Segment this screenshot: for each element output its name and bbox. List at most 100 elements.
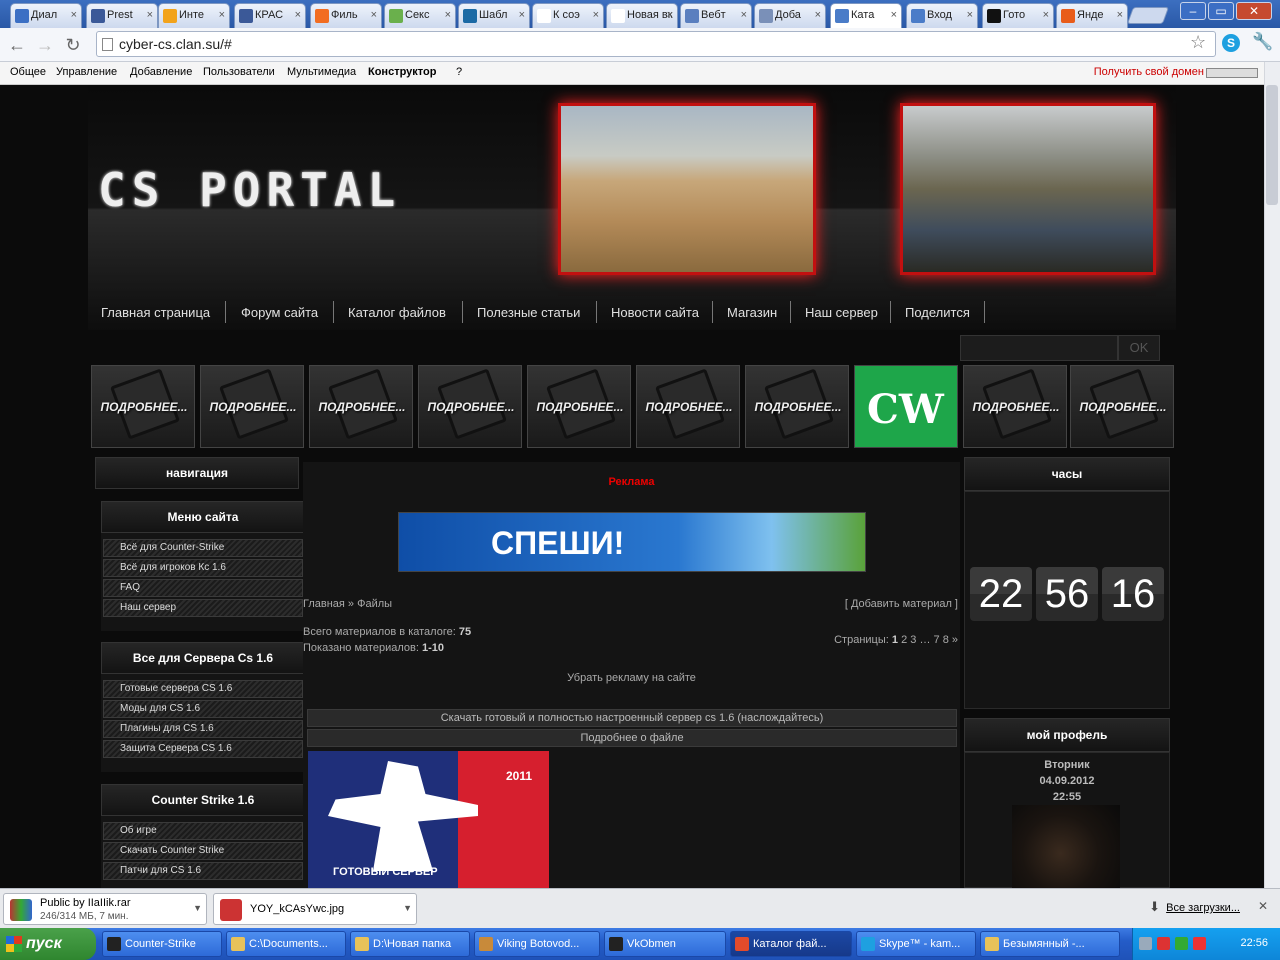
left-menu-item[interactable]: Об игре	[103, 822, 303, 840]
nav-item-5[interactable]: Новости сайта	[611, 305, 699, 320]
left-menu-item[interactable]: Плагины для CS 1.6	[103, 720, 303, 738]
back-icon[interactable]: ←	[6, 34, 28, 56]
pagination[interactable]: Страницы: 1 2 3 … 7 8 »	[834, 634, 958, 646]
left-menu-item[interactable]: Защита Сервера CS 1.6	[103, 740, 303, 758]
download-menu-icon[interactable]: ▼	[193, 903, 202, 913]
all-downloads-link[interactable]: Все загрузки...	[1166, 902, 1240, 914]
panel-slider[interactable]	[1206, 68, 1258, 78]
cw-thumbnail[interactable]: CW	[854, 365, 958, 448]
tab-close-icon[interactable]: ×	[147, 9, 153, 21]
tab-close-icon[interactable]: ×	[741, 9, 747, 21]
reload-icon[interactable]: ↻	[62, 34, 84, 56]
site-search-button[interactable]: OK	[1118, 335, 1160, 361]
admin-menu-media[interactable]: Мультимедиа	[287, 66, 356, 78]
taskbar-item[interactable]: Безымянный -...	[980, 931, 1120, 957]
add-material-link[interactable]: [ Добавить материал ]	[845, 598, 958, 610]
taskbar-item[interactable]: VkObmen	[604, 931, 726, 957]
bookmark-star-icon[interactable]: ☆	[1190, 32, 1206, 53]
site-search-input[interactable]	[960, 335, 1118, 361]
left-menu-item[interactable]: Наш сервер	[103, 599, 303, 617]
tab-close-icon[interactable]: ×	[593, 9, 599, 21]
close-window-button[interactable]: ✕	[1236, 2, 1272, 20]
get-domain-link[interactable]: Получить свой домен	[1094, 66, 1204, 78]
taskbar-item[interactable]: D:\Новая папка	[350, 931, 470, 957]
new-tab-button[interactable]	[1126, 7, 1170, 24]
close-shelf-icon[interactable]: ✕	[1258, 899, 1268, 913]
left-menu-item[interactable]: Патчи для CS 1.6	[103, 862, 303, 880]
tab-6[interactable]: Секс ×	[384, 3, 456, 28]
tab-close-icon[interactable]: ×	[967, 9, 973, 21]
steam-icon[interactable]	[1139, 937, 1152, 950]
language-flag-icon[interactable]	[1193, 937, 1206, 950]
site-logo[interactable]: CS PORTAL	[98, 163, 401, 217]
tab-9[interactable]: Новая вк ×	[606, 3, 678, 28]
tab-7[interactable]: Шабл ×	[458, 3, 530, 28]
tab-close-icon[interactable]: ×	[815, 9, 821, 21]
tab-4[interactable]: КРАС ×	[234, 3, 306, 28]
forward-icon[interactable]: →	[34, 34, 56, 56]
thumbnail-item[interactable]: ПОДРОБНЕЕ...	[527, 365, 631, 448]
admin-menu-general[interactable]: Общее	[10, 66, 46, 78]
avatar[interactable]	[1012, 805, 1120, 888]
tab-close-icon[interactable]: ×	[371, 9, 377, 21]
tab-5[interactable]: Филь ×	[310, 3, 382, 28]
thumbnail-item[interactable]: ПОДРОБНЕЕ...	[963, 365, 1067, 448]
nav-item-1[interactable]: Главная страница	[101, 305, 210, 320]
start-button[interactable]: пуск	[0, 928, 96, 960]
tab-13[interactable]: Вход ×	[906, 3, 978, 28]
left-menu-item[interactable]: FAQ	[103, 579, 303, 597]
file-more-link[interactable]: Подробнее о файле	[307, 729, 957, 747]
tab-close-icon[interactable]: ×	[1117, 9, 1123, 21]
remove-ads-link[interactable]: Убрать рекламу на сайте	[303, 672, 960, 684]
left-menu-item[interactable]: Моды для CS 1.6	[103, 700, 303, 718]
left-menu-item[interactable]: Скачать Counter Strike	[103, 842, 303, 860]
admin-menu-manage[interactable]: Управление	[56, 66, 117, 78]
download-item[interactable]: Public by IIaIIik.rar 246/314 МБ, 7 мин.…	[3, 893, 207, 925]
nav-item-2[interactable]: Форум сайта	[241, 305, 318, 320]
tab-14[interactable]: Гото ×	[982, 3, 1054, 28]
file-poster[interactable]: 2011 ГОТОВЫЙ СЕРВЕР	[308, 751, 549, 888]
nav-item-4[interactable]: Полезные статьи	[477, 305, 580, 320]
tab-10[interactable]: Вебт ×	[680, 3, 752, 28]
thumbnail-item[interactable]: ПОДРОБНЕЕ...	[200, 365, 304, 448]
thumbnail-item[interactable]: ПОДРОБНЕЕ...	[636, 365, 740, 448]
thumbnail-item[interactable]: ПОДРОБНЕЕ...	[418, 365, 522, 448]
skype-icon[interactable]: S	[1222, 34, 1240, 52]
notification-icon[interactable]	[1157, 937, 1170, 950]
security-icon[interactable]	[1175, 937, 1188, 950]
admin-menu-users[interactable]: Пользователи	[203, 66, 275, 78]
tab-2[interactable]: Prest ×	[86, 3, 158, 28]
tab-close-icon[interactable]: ×	[71, 9, 77, 21]
left-menu-item[interactable]: Всё для игроков Кс 1.6	[103, 559, 303, 577]
taskbar-item[interactable]: C:\Documents...	[226, 931, 346, 957]
ad-banner[interactable]: СПЕШИ!	[398, 512, 866, 572]
tab-3[interactable]: Инте ×	[158, 3, 230, 28]
file-title[interactable]: Скачать готовый и полностью настроенный …	[307, 709, 957, 727]
minimize-button[interactable]: –	[1180, 2, 1206, 20]
admin-menu-constructor[interactable]: Конструктор	[368, 66, 436, 78]
tab-1[interactable]: Диал ×	[10, 3, 82, 28]
left-menu-item[interactable]: Готовые сервера CS 1.6	[103, 680, 303, 698]
maximize-button[interactable]: ▭	[1208, 2, 1234, 20]
admin-menu-add[interactable]: Добавление	[130, 66, 192, 78]
tab-close-icon[interactable]: ×	[519, 9, 525, 21]
tab-15[interactable]: Янде ×	[1056, 3, 1128, 28]
tab-close-icon[interactable]: ×	[667, 9, 673, 21]
thumbnail-item[interactable]: ПОДРОБНЕЕ...	[1070, 365, 1174, 448]
scrollbar-thumb[interactable]	[1266, 85, 1278, 205]
taskbar-item[interactable]: Skype™ - kam...	[856, 931, 976, 957]
breadcrumb[interactable]: Главная » Файлы	[303, 598, 392, 610]
tab-close-icon[interactable]: ×	[1043, 9, 1049, 21]
thumbnail-item[interactable]: ПОДРОБНЕЕ...	[309, 365, 413, 448]
thumbnail-item[interactable]: ПОДРОБНЕЕ...	[91, 365, 195, 448]
thumbnail-item[interactable]: ПОДРОБНЕЕ...	[745, 365, 849, 448]
nav-item-6[interactable]: Магазин	[727, 305, 777, 320]
admin-menu-help[interactable]: ?	[456, 66, 462, 78]
tab-12[interactable]: Ката ×	[830, 3, 902, 28]
tab-11[interactable]: Доба ×	[754, 3, 826, 28]
nav-item-8[interactable]: Поделится	[905, 305, 970, 320]
wrench-icon[interactable]: 🔧	[1252, 32, 1273, 52]
tab-8[interactable]: К соэ ×	[532, 3, 604, 28]
taskbar-item[interactable]: Viking Botovod...	[474, 931, 600, 957]
tab-close-icon[interactable]: ×	[219, 9, 225, 21]
